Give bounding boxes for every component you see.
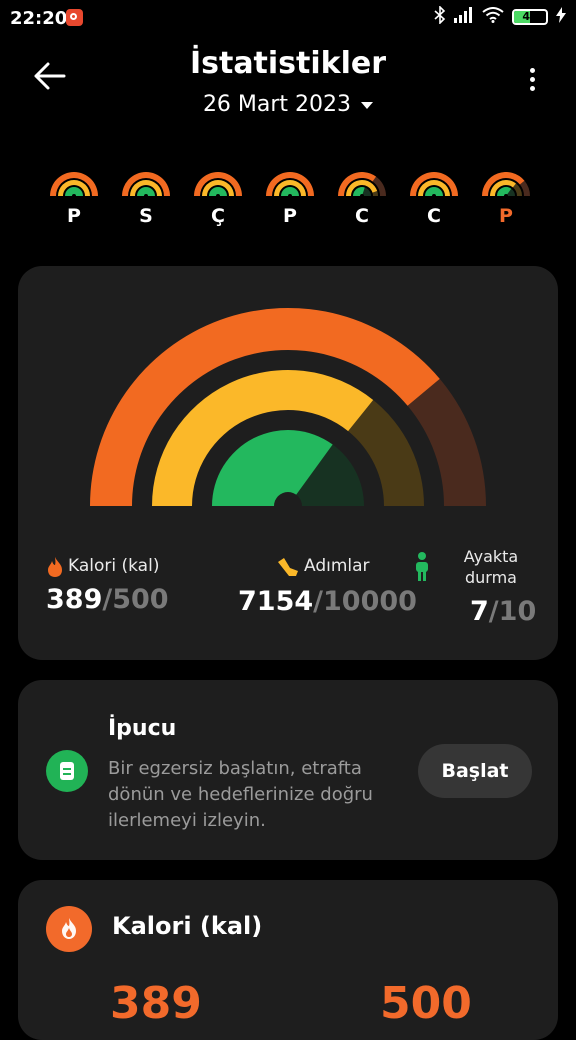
day-activity-rings xyxy=(266,172,314,197)
day-label: C xyxy=(427,205,441,227)
week-selector: PSÇPCCP xyxy=(40,172,540,232)
day-activity-rings xyxy=(482,172,530,197)
status-time: 22:20 xyxy=(10,8,68,29)
battery-icon: 49 xyxy=(512,9,548,25)
wifi-icon xyxy=(482,7,504,27)
standing-person-icon xyxy=(416,552,428,581)
calories-metric-value: 389/500 xyxy=(46,584,169,615)
battery-level: 49 xyxy=(522,10,538,23)
calories-card[interactable] xyxy=(18,880,558,1040)
date-label: 26 Mart 2023 xyxy=(202,92,352,117)
steps-value: 7154 xyxy=(238,586,314,617)
calories-value: 389 xyxy=(46,584,103,615)
calories-label: Kalori (kal) xyxy=(68,556,160,576)
app-notification-icon xyxy=(66,9,83,26)
day-item[interactable]: P xyxy=(256,172,324,232)
steps-metric-title: Adımlar xyxy=(276,556,370,578)
start-workout-button[interactable]: Başlat xyxy=(418,744,532,798)
shoe-icon xyxy=(278,558,298,576)
day-label: P xyxy=(283,205,297,227)
steps-metric-value: 7154/10000 xyxy=(238,586,417,617)
signal-icon xyxy=(454,7,474,27)
day-label: Ç xyxy=(211,205,225,227)
day-item[interactable]: C xyxy=(400,172,468,232)
dot xyxy=(529,77,535,82)
bluetooth-icon xyxy=(434,5,446,28)
day-item[interactable]: Ç xyxy=(184,172,252,232)
day-activity-rings xyxy=(338,172,386,197)
status-icons: 49 xyxy=(434,5,566,28)
steps-label: Adımlar xyxy=(304,556,370,576)
page-title: İstatistikler xyxy=(189,46,387,81)
caret-down-icon xyxy=(361,101,374,109)
day-activity-rings xyxy=(410,172,458,197)
flame-icon xyxy=(48,557,62,577)
day-item[interactable]: P xyxy=(472,172,540,232)
dot xyxy=(529,86,535,91)
note-icon xyxy=(46,750,88,792)
calories-goal-value: 500 xyxy=(380,978,472,1029)
day-item[interactable]: S xyxy=(112,172,180,232)
calories-card-title: Kalori (kal) xyxy=(112,912,263,940)
stand-goal: /10 xyxy=(488,596,537,627)
day-label: C xyxy=(355,205,369,227)
dot xyxy=(529,68,535,73)
day-activity-rings xyxy=(194,172,242,197)
day-item[interactable]: P xyxy=(40,172,108,232)
flame-icon xyxy=(46,906,92,952)
stand-value: 7 xyxy=(470,596,489,627)
day-label: S xyxy=(139,205,153,227)
stand-metric-value: 7/10 xyxy=(470,596,536,627)
stand-label: Ayakta durma xyxy=(463,547,519,587)
day-item[interactable]: C xyxy=(328,172,396,232)
calories-current: 389 xyxy=(110,978,202,1029)
steps-goal: /10000 xyxy=(313,586,417,617)
date-selector[interactable]: 26 Mart 2023 xyxy=(0,92,576,117)
calories-metric-title: Kalori (kal) xyxy=(46,556,159,578)
day-activity-rings xyxy=(122,172,170,197)
tip-title: İpucu xyxy=(108,716,177,741)
calories-goal: /500 xyxy=(102,584,169,615)
day-label: P xyxy=(499,205,513,227)
charging-icon xyxy=(556,7,566,27)
day-activity-rings xyxy=(50,172,98,197)
more-options-button[interactable] xyxy=(520,68,544,98)
activity-rings-gauge xyxy=(90,308,486,516)
day-label: P xyxy=(67,205,81,227)
tip-text: Bir egzersiz başlatın, etrafta dönün ve … xyxy=(108,758,373,831)
